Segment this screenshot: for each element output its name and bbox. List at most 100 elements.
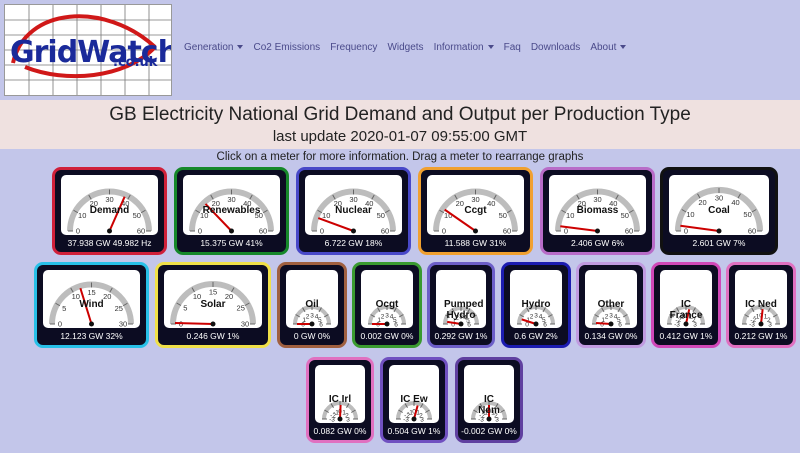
gauge-tick-label: 2 — [530, 314, 534, 321]
meter-label: Renewables — [202, 205, 261, 216]
meter-reading: 12.123 GW 32% — [60, 331, 123, 341]
nav-item-co2-emissions[interactable]: Co2 Emissions — [253, 42, 320, 53]
meter-other[interactable]: 0 1 2 3 4 5 6 Other 0.134 GW 0% — [576, 262, 646, 348]
last-update: last update 2020-01-07 09:55:00 GMT — [272, 128, 528, 145]
gauge-tick-label: 15 — [87, 288, 95, 297]
meter-solar[interactable]: 051015202530Solar0.246 GW 1% — [155, 262, 271, 348]
meter-reading: 0.504 GW 1% — [387, 426, 441, 436]
main-nav: Generation Co2 Emissions Frequency Widgets I… — [184, 42, 636, 53]
nav-item-about[interactable]: About — [590, 42, 627, 53]
meter-nuclear[interactable]: 0 10 20 30 40 50 60 Nuclear 6.722 GW 18% — [296, 167, 411, 255]
meter-label: Nuclear — [335, 205, 372, 216]
nav-label: Frequency — [330, 42, 378, 53]
meter-label: Biomass — [576, 205, 619, 216]
nav-item-downloads[interactable]: Downloads — [531, 42, 580, 53]
meter-label: Solar — [200, 299, 226, 310]
meter-reading: 0.246 GW 1% — [186, 331, 240, 341]
meter-label: Ccgt — [464, 205, 487, 216]
meter-label: Other — [597, 299, 625, 310]
gauge-tick-label: 6 — [543, 322, 547, 329]
meter-demand[interactable]: 0 10 20 30 40 50 60 Demand 37.938 GW 49.982 Hz — [52, 167, 167, 255]
nav-label: About — [590, 42, 617, 53]
gauge-tick-label: 3 — [609, 313, 613, 320]
page-title: GB Electricity National Grid Demand and … — [109, 104, 691, 125]
gauge-tick-label: 0 — [442, 227, 446, 236]
nav-item-generation[interactable]: Generation — [184, 42, 244, 53]
gauge-hub — [595, 228, 600, 234]
gauge-hub — [608, 321, 614, 327]
meter-reading: 0.082 GW 0% — [313, 426, 367, 436]
meter-icew[interactable]: -3 -2 -1 0 1 2 3 IC Ew 0.504 GW 1% — [380, 357, 448, 443]
gauge-tick-label: 3 — [693, 322, 697, 329]
nav-item-widgets[interactable]: Widgets — [387, 42, 423, 53]
meter-reading: 6.722 GW 18% — [324, 238, 383, 248]
gauge-tick-label: 0 — [320, 227, 324, 236]
nav-label: Widgets — [387, 42, 424, 53]
nav-item-faq[interactable]: Faq — [504, 42, 521, 53]
gauge-tick-label: 3 — [385, 313, 389, 320]
gauge-tick-label: 6 — [394, 322, 398, 329]
meter-ccgt[interactable]: 0 10 20 30 40 50 60 Ccgt 11.588 GW 31% — [418, 167, 533, 255]
meter-label: IC France — [669, 299, 703, 321]
caret-down-icon — [620, 45, 627, 50]
meter-oil[interactable]: 0123456Oil0 GW 0% — [277, 262, 347, 348]
gridwatch-logo[interactable]: GridWatch .co.uk — [4, 4, 172, 96]
gauge-hub — [337, 416, 343, 422]
gauge-hub — [486, 416, 492, 422]
gauge-tick-label: 2 — [306, 314, 310, 321]
meter-reading: 0.6 GW 2% — [514, 331, 558, 341]
gauge-hub — [210, 321, 216, 327]
nav-item-information[interactable]: Information — [434, 42, 494, 53]
gauge-tick-label: 60 — [137, 227, 145, 236]
meter-icned[interactable]: -3-2-10123IC Ned0.212 GW 1% — [726, 262, 796, 348]
meter-renewables[interactable]: 0 10 20 30 40 50 60 Renewables 15.375 GW 41% — [174, 167, 289, 255]
meter-icnem[interactable]: -3-2-10123IC Nem-0.002 GW 0% — [455, 357, 523, 443]
gauge-hub — [458, 321, 464, 327]
gauge-tick-label: 60 — [625, 227, 633, 236]
meter-label: Demand — [89, 205, 130, 216]
gauge-tick-label: 60 — [381, 227, 389, 236]
gauge-tick-label: 2 — [605, 314, 609, 321]
meter-reading: -0.002 GW 0% — [461, 426, 517, 436]
meter-icirl[interactable]: -3-2-10123IC Irl0.082 GW 0% — [306, 357, 374, 443]
meter-coal[interactable]: 0 10 20 30 40 50 60 Coal 2.601 GW 7% — [660, 167, 778, 255]
gauge-tick-label: 60 — [259, 227, 267, 236]
meter-label: Oil — [305, 299, 319, 310]
gauge-tick-label: 3 — [495, 417, 499, 424]
meter-reading: 15.375 GW 41% — [200, 238, 263, 248]
gauge-hub — [683, 321, 689, 327]
gauge-tick-label: 3 — [534, 313, 538, 320]
nav-item-frequency[interactable]: Frequency — [330, 42, 377, 53]
gauge-hub — [89, 321, 94, 327]
meter-hydro[interactable]: 0123456Hydro0.6 GW 2% — [501, 262, 571, 348]
gauge-tick-label: 15 — [209, 288, 217, 297]
meter-icfrance[interactable]: -3 -2 -1 0 1 2 3 IC France 0.412 GW 1% — [651, 262, 721, 348]
meter-label: Ocgt — [375, 299, 399, 310]
meter-label: IC Nem — [478, 394, 500, 416]
meter-wind[interactable]: 0 5 10 15 20 25 30 Wind 12.123 GW 32% — [34, 262, 149, 348]
nav-label: Faq — [503, 42, 521, 53]
gauge-tick-label: 2 — [381, 314, 385, 321]
gauge-tick-label: 3 — [346, 417, 350, 424]
navbar: GridWatch .co.uk Generation Co2 Emissions… — [0, 0, 800, 100]
gauge-hub — [309, 321, 315, 327]
gauge-tick-label: 0 — [76, 227, 80, 236]
caret-down-icon — [237, 45, 244, 50]
meter-pumped[interactable]: 0 1 2 3 4 5 6 Pumped Hydro 0.292 GW 1% — [427, 262, 495, 348]
meter-reading: 2.601 GW 7% — [692, 238, 746, 248]
gauge-tick-label: 6 — [467, 322, 471, 329]
gauge-tick-label: 30 — [105, 195, 113, 204]
meter-biomass[interactable]: 0 10 20 30 40 50 60 Biomass 2.406 GW 6% — [540, 167, 655, 255]
gauge-tick-label: 30 — [227, 195, 235, 204]
gauge-tick-label: 0 — [198, 227, 202, 236]
meter-reading: 0.002 GW 0% — [360, 331, 414, 341]
gauge-tick-label: 3 — [768, 322, 772, 329]
gauge-tick-label: 30 — [241, 320, 249, 329]
gauge-tick-label: 3 — [420, 417, 424, 424]
gauge-hub — [351, 228, 356, 234]
nav-label: Information — [433, 42, 484, 53]
gauge-hub — [229, 228, 234, 234]
meter-reading: 0 GW 0% — [293, 331, 331, 341]
meter-ocgt[interactable]: 0 1 2 3 4 5 6 Ocgt 0.002 GW 0% — [352, 262, 422, 348]
meter-label: IC Ned — [745, 299, 777, 310]
